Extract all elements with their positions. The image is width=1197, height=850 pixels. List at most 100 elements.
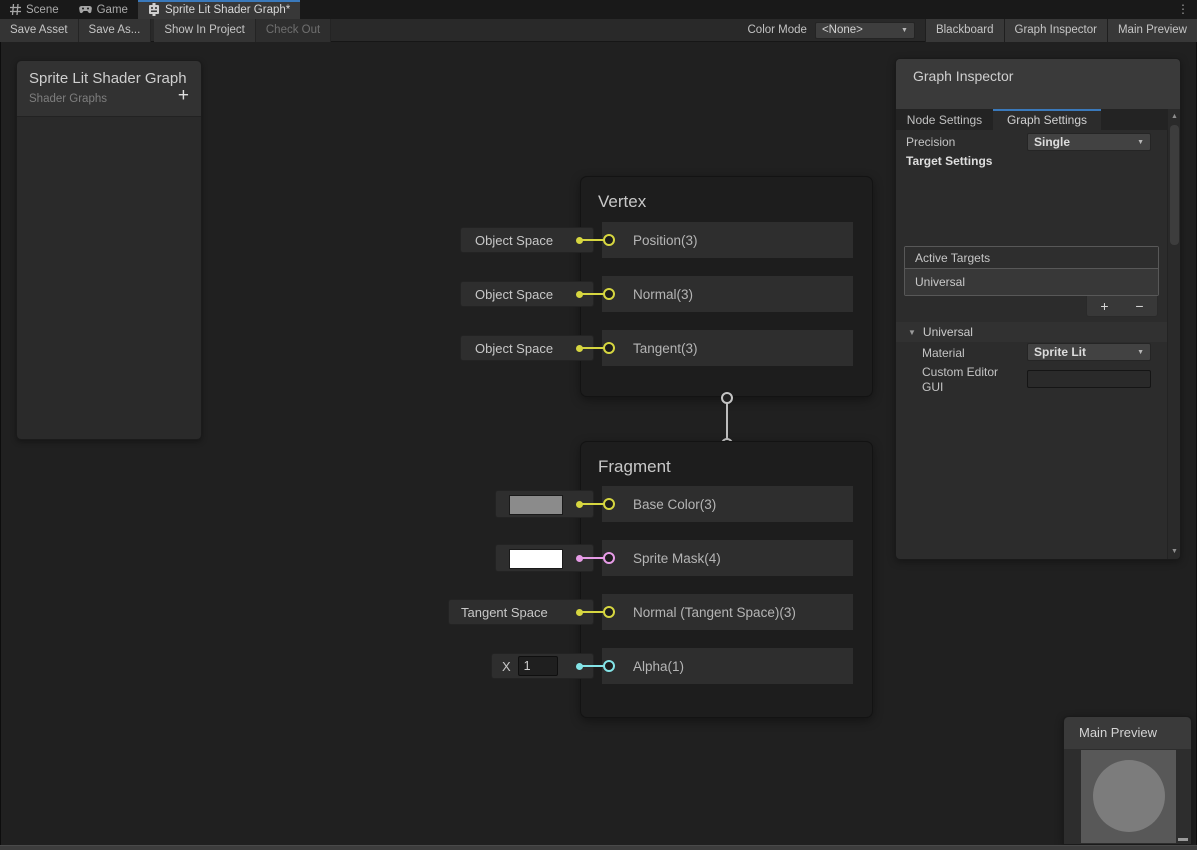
main-preview-toggle-button[interactable]: Main Preview [1107,19,1197,42]
sprite-mask-port[interactable] [603,552,615,564]
base-color-port[interactable] [603,498,615,510]
sprite-mask-swatch[interactable] [509,549,563,569]
scroll-down-icon[interactable]: ▼ [1168,548,1181,555]
vertex-out-port[interactable] [721,392,733,404]
vertex-node[interactable]: Vertex Object Space Position(3) Object S… [580,176,873,397]
position-slot[interactable]: Position(3) [602,222,853,258]
save-as-button[interactable]: Save As... [79,19,152,42]
tab-scene[interactable]: Scene [0,0,69,19]
show-in-project-button[interactable]: Show In Project [154,19,256,42]
base-color-label: Base Color(3) [633,497,716,512]
scene-grid-icon [10,4,21,15]
active-target-item-universal[interactable]: Universal [905,269,1158,295]
alpha-x-label: X [502,659,511,674]
check-out-button: Check Out [256,19,331,42]
tangent-space-dropdown[interactable]: Object Space [460,335,594,361]
tab-shader-graph[interactable]: Sprite Lit Shader Graph* [138,0,300,19]
normal-port[interactable] [603,288,615,300]
blackboard-header: Sprite Lit Shader Graph Shader Graphs + [17,61,201,117]
unity-shader-graph-window: Scene Game Sprite Lit Shader Graph* ⋮ Sa… [0,0,1197,850]
tab-game-label: Game [97,4,128,16]
tab-graph-settings[interactable]: Graph Settings [993,109,1101,130]
custom-editor-gui-input[interactable] [1027,370,1151,388]
window-tabbar: Scene Game Sprite Lit Shader Graph* ⋮ [0,0,1197,19]
fragment-normal-slot[interactable]: Normal (Tangent Space)(3) [602,594,853,630]
universal-foldout[interactable]: ▼ Universal [896,322,1167,342]
alpha-port[interactable] [603,660,615,672]
chevron-down-icon: ▼ [1137,349,1144,356]
blackboard-title: Sprite Lit Shader Graph [29,70,187,87]
active-targets-header: Active Targets [905,247,1158,269]
vertex-fragment-edge [726,399,728,443]
chevron-down-icon: ▼ [1137,139,1144,146]
active-targets-tray: + − [1086,296,1158,317]
precision-dropdown[interactable]: Single ▼ [1027,133,1151,151]
chevron-down-icon: ▼ [901,27,908,34]
scroll-up-icon[interactable]: ▲ [1168,113,1181,120]
graph-inspector-header: Graph Inspector [896,59,1180,109]
vertex-row-tangent: Object Space Tangent(3) [581,330,872,366]
graph-inspector-title: Graph Inspector [913,68,1013,84]
blackboard-subtitle: Shader Graphs [29,93,107,105]
tangent-port[interactable] [603,342,615,354]
precision-label: Precision [906,135,955,149]
alpha-value-input[interactable] [518,656,558,676]
resize-handle[interactable] [1178,838,1188,841]
fragment-normal-port[interactable] [603,606,615,618]
color-mode-dropdown[interactable]: <None> ▼ [815,22,915,39]
color-mode-label: Color Mode [748,24,807,36]
tangent-space-value: Object Space [475,341,553,356]
main-preview-title: Main Preview [1079,725,1157,740]
material-value: Sprite Lit [1034,345,1086,359]
toolbar-right-group: Color Mode <None> ▼ Blackboard Graph Ins… [748,19,1197,42]
window-menu-icon[interactable]: ⋮ [1177,1,1189,18]
inspector-body: Precision Single ▼ Target Settings Activ… [896,130,1167,559]
universal-foldout-label: Universal [923,325,973,339]
base-color-slot[interactable]: Base Color(3) [602,486,853,522]
position-space-value: Object Space [475,233,553,248]
normal-slot[interactable]: Normal(3) [602,276,853,312]
color-mode-value: <None> [822,24,863,36]
base-color-swatch[interactable] [509,495,563,515]
position-label: Position(3) [633,233,698,248]
material-dropdown[interactable]: Sprite Lit ▼ [1027,343,1151,361]
normal-tangent-space-dropdown[interactable]: Tangent Space [448,599,594,625]
blackboard-toggle-button[interactable]: Blackboard [925,19,1004,42]
sprite-mask-label: Sprite Mask(4) [633,551,721,566]
shader-graph-toolbar: Save Asset Save As... Show In Project Ch… [0,19,1197,42]
tab-shader-graph-label: Sprite Lit Shader Graph* [165,4,290,16]
add-target-button[interactable]: + [1087,296,1122,316]
tangent-slot[interactable]: Tangent(3) [602,330,853,366]
material-label: Material [922,346,965,360]
normal-space-value: Object Space [475,287,553,302]
foldout-arrow-icon: ▼ [908,328,916,337]
normal-tangent-space-value: Tangent Space [461,605,548,620]
normal-label: Normal(3) [633,287,693,302]
remove-target-button[interactable]: − [1122,296,1157,316]
normal-space-dropdown[interactable]: Object Space [460,281,594,307]
vertex-row-normal: Object Space Normal(3) [581,276,872,312]
blackboard-panel[interactable]: Sprite Lit Shader Graph Shader Graphs + [16,60,202,440]
scrollbar-thumb[interactable] [1170,125,1179,245]
precision-value: Single [1034,135,1070,149]
sprite-mask-slot[interactable]: Sprite Mask(4) [602,540,853,576]
target-settings-heading: Target Settings [906,154,992,168]
tab-game[interactable]: Game [69,0,138,19]
custom-editor-gui-label: Custom Editor GUI [922,365,1022,395]
alpha-slot[interactable]: Alpha(1) [602,648,853,684]
fragment-node[interactable]: Fragment Base Color(3) Sprite Mask(4) Ta… [580,441,873,718]
add-property-button[interactable]: + [178,86,189,105]
save-asset-button[interactable]: Save Asset [0,19,79,42]
tab-node-settings[interactable]: Node Settings [896,109,993,130]
inspector-tabs: Node Settings Graph Settings [896,109,1180,130]
preview-sphere [1093,760,1165,832]
position-port[interactable] [603,234,615,246]
active-targets-list: Active Targets Universal [904,246,1159,296]
position-space-dropdown[interactable]: Object Space [460,227,594,253]
fragment-row-base-color: Base Color(3) [581,486,872,522]
graph-inspector-panel[interactable]: Graph Inspector Node Settings Graph Sett… [895,58,1181,560]
main-preview-panel[interactable]: Main Preview [1063,716,1192,845]
inspector-scrollbar[interactable]: ▲ ▼ [1167,109,1180,559]
graph-inspector-toggle-button[interactable]: Graph Inspector [1004,19,1107,42]
main-preview-header: Main Preview [1064,717,1191,749]
